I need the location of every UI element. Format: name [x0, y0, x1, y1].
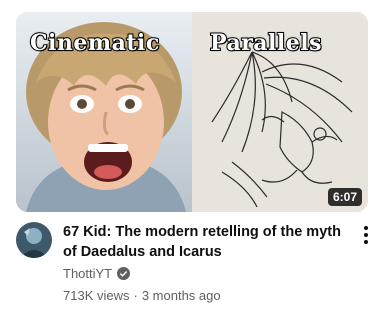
upload-age: 3 months ago — [141, 288, 221, 303]
video-meta: 713K views · 3 months ago — [63, 288, 221, 303]
view-count: 713K views — [63, 288, 130, 303]
channel-name[interactable]: ThottiYT — [63, 266, 112, 281]
video-duration-badge: 6:07 — [327, 188, 362, 206]
more-vert-icon[interactable] — [358, 224, 374, 246]
meta-separator: · — [133, 288, 138, 303]
channel-avatar-image — [16, 222, 52, 258]
thumbnail-caption-left: Cinematic — [29, 29, 160, 57]
thumbnail-caption-right: Parallels — [209, 29, 323, 57]
video-title[interactable]: 67 Kid: The modern retelling of the myth… — [63, 222, 353, 262]
channel-row: ThottiYT — [63, 266, 131, 281]
video-card[interactable]: 6:07 Cinematic Parallels 67 Kid: The mod… — [0, 0, 384, 314]
verified-check-icon — [117, 267, 131, 280]
channel-avatar[interactable] — [16, 222, 52, 258]
